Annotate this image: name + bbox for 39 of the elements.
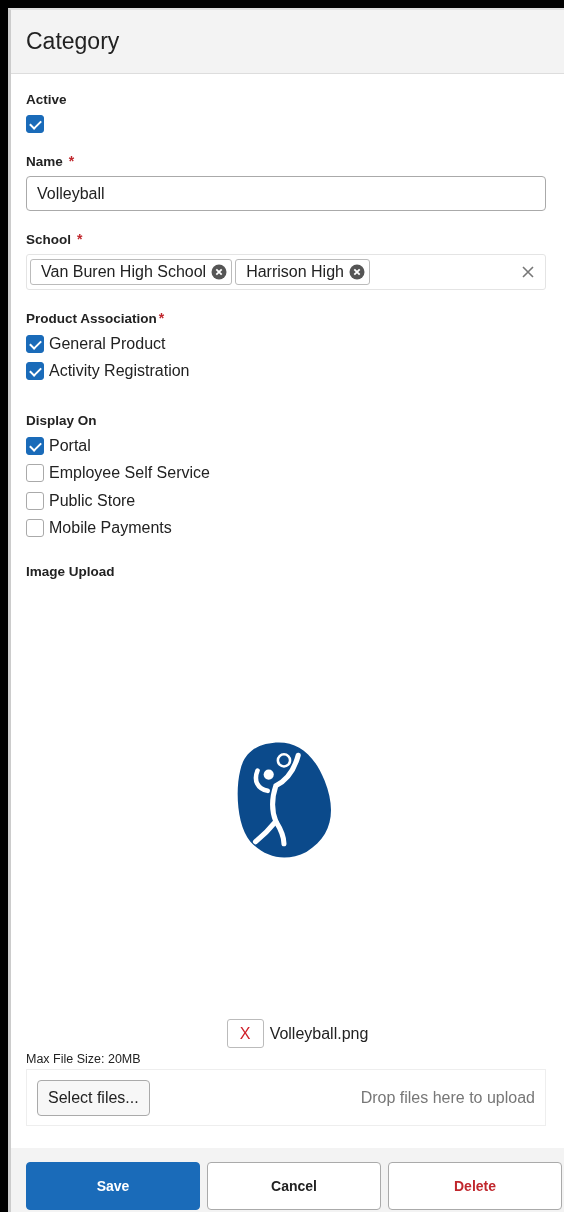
checkbox-label: Portal <box>49 436 91 455</box>
remove-tag-icon[interactable] <box>348 264 365 280</box>
drop-zone[interactable]: Select files... Drop files here to upload <box>26 1069 546 1126</box>
checkbox[interactable] <box>26 436 44 455</box>
required-mark: * <box>158 310 165 326</box>
field-label: Display On <box>26 413 97 428</box>
remove-file-button[interactable]: X <box>226 1019 264 1048</box>
checkbox-label: Mobile Payments <box>49 519 172 538</box>
select-files-button[interactable]: Select files... <box>37 1079 150 1116</box>
checkbox[interactable] <box>26 115 44 133</box>
required-mark: * <box>68 153 75 169</box>
checkbox[interactable] <box>26 464 44 483</box>
checkbox-label: Public Store <box>49 491 136 510</box>
file-name: Volleyball.png <box>269 1024 369 1043</box>
action-button[interactable]: Save <box>26 1162 200 1210</box>
checkbox[interactable] <box>26 334 44 353</box>
school-select-field[interactable]: Van Buren High School Harrison High <box>26 254 546 290</box>
action-button[interactable]: Delete <box>388 1162 562 1210</box>
field-label: Image Upload <box>26 564 115 579</box>
tag-label: Van Buren High School <box>41 263 207 281</box>
max-size-note: Max File Size: 20MB <box>26 1052 141 1066</box>
field-label: Active <box>26 92 67 107</box>
drop-hint: Drop files here to upload <box>360 1088 535 1107</box>
name-input-field[interactable]: Volleyball <box>26 176 546 211</box>
dialog-title: Category <box>26 28 120 55</box>
checkbox-label: General Product <box>49 334 166 353</box>
checkbox[interactable] <box>26 491 44 510</box>
field-label: School <box>26 232 71 247</box>
action-button[interactable]: Cancel <box>207 1162 381 1210</box>
checkbox[interactable] <box>26 519 44 538</box>
checkbox-label: Activity Registration <box>49 362 190 381</box>
checkbox[interactable] <box>26 362 44 381</box>
remove-tag-icon[interactable] <box>211 264 228 280</box>
checkbox-label: Employee Self Service <box>49 464 210 483</box>
field-label: Product Association <box>26 311 157 326</box>
required-mark: * <box>77 231 83 247</box>
tag-label: Harrison High <box>246 263 344 281</box>
clear-icon[interactable] <box>522 266 534 278</box>
field-label: Name <box>26 154 63 169</box>
